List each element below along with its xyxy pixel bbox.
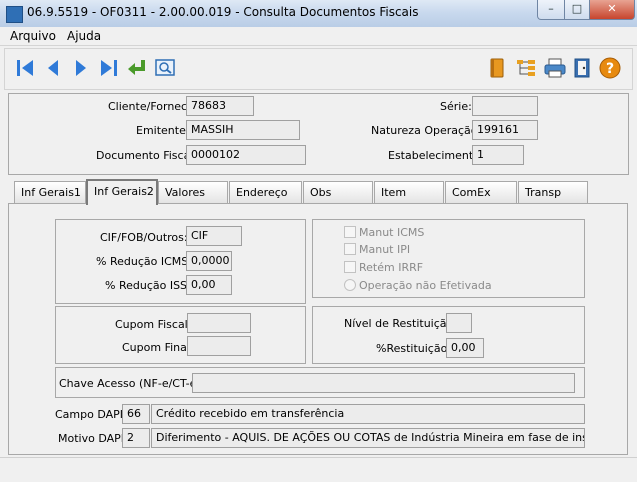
serie-label: Série: bbox=[440, 100, 472, 113]
manut-icms-checkbox[interactable] bbox=[344, 226, 356, 238]
menu-ajuda[interactable]: Ajuda bbox=[67, 29, 101, 43]
status-bar bbox=[0, 457, 637, 482]
close-button[interactable]: ✕ bbox=[589, 0, 635, 20]
retem-irrf-label: Retém IRRF bbox=[359, 261, 424, 274]
cupom-group bbox=[55, 306, 306, 364]
cupom-final-field[interactable] bbox=[187, 336, 251, 356]
cif-label: CIF/FOB/Outros: bbox=[100, 231, 188, 244]
previous-record-icon bbox=[48, 60, 58, 76]
motivo-dapi-label: Motivo DAPI: bbox=[58, 432, 128, 445]
return-button[interactable] bbox=[124, 55, 150, 81]
tree-button[interactable] bbox=[513, 55, 539, 81]
book-button[interactable] bbox=[484, 55, 510, 81]
view-icon bbox=[155, 59, 175, 76]
first-record-icon bbox=[17, 60, 33, 76]
minimize-button[interactable]: – bbox=[537, 0, 565, 20]
svg-text:?: ? bbox=[606, 61, 614, 77]
campo-dapi-code-field[interactable]: 66 bbox=[122, 404, 150, 424]
manut-icms-label: Manut ICMS bbox=[359, 226, 425, 239]
cliente-label: Cliente/Fornec: bbox=[108, 100, 191, 113]
tab-comex[interactable]: ComEx bbox=[445, 181, 517, 203]
app-icon bbox=[6, 6, 23, 23]
serie-field[interactable] bbox=[472, 96, 538, 116]
reducao-iss-field[interactable]: 0,00 bbox=[186, 275, 232, 295]
cif-field[interactable]: CIF bbox=[186, 226, 242, 246]
emitente-label: Emitente: bbox=[136, 124, 190, 137]
cupom-final-label: Cupom Final: bbox=[122, 341, 194, 354]
last-record-icon bbox=[101, 60, 117, 76]
book-icon bbox=[490, 58, 504, 78]
last-record-button[interactable] bbox=[96, 55, 122, 81]
tab-inf-gerais1[interactable]: Inf Gerais1 bbox=[14, 181, 86, 203]
print-icon bbox=[544, 58, 566, 78]
exit-door-icon bbox=[574, 58, 590, 78]
return-icon bbox=[128, 60, 145, 75]
tree-icon bbox=[517, 60, 535, 76]
reducao-icms-field[interactable]: 0,0000 bbox=[186, 251, 232, 271]
natureza-field[interactable]: 199161 bbox=[472, 120, 538, 140]
manut-ipi-checkbox[interactable] bbox=[344, 243, 356, 255]
cliente-field[interactable]: 78683 bbox=[186, 96, 254, 116]
estabelecimento-field[interactable]: 1 bbox=[472, 145, 524, 165]
nivel-restituicao-field[interactable] bbox=[446, 313, 472, 333]
chave-acesso-label: Chave Acesso (NF-e/CT-e): bbox=[59, 377, 205, 390]
tab-transp[interactable]: Transp bbox=[518, 181, 588, 203]
emitente-field[interactable]: MASSIH bbox=[186, 120, 300, 140]
cupom-fiscal-label: Cupom Fiscal bbox=[115, 318, 188, 331]
chave-acesso-field[interactable] bbox=[192, 373, 575, 393]
cupom-fiscal-field[interactable] bbox=[187, 313, 251, 333]
estabelecimento-label: Estabelecimento: bbox=[388, 149, 484, 162]
tab-inf-gerais2[interactable]: Inf Gerais2 bbox=[86, 179, 158, 205]
reducao-iss-label: % Redução ISS: bbox=[105, 279, 191, 292]
operacao-nao-efetivada-radio[interactable] bbox=[344, 279, 356, 291]
view-button[interactable] bbox=[152, 55, 178, 81]
motivo-dapi-desc-field[interactable]: Diferimento - AQUIS. DE AÇÕES OU COTAS d… bbox=[151, 428, 585, 448]
tab-valores[interactable]: Valores bbox=[158, 181, 228, 203]
retem-irrf-checkbox[interactable] bbox=[344, 261, 356, 273]
next-record-icon bbox=[76, 60, 86, 76]
operacao-nao-efetivada-label: Operação não Efetivada bbox=[359, 279, 492, 292]
natureza-label: Natureza Operação: bbox=[371, 124, 482, 137]
help-button[interactable]: ? bbox=[597, 55, 623, 81]
motivo-dapi-code-field[interactable]: 2 bbox=[122, 428, 150, 448]
tab-obs[interactable]: Obs bbox=[303, 181, 373, 203]
documento-label: Documento Fiscal: bbox=[96, 149, 198, 162]
previous-record-button[interactable] bbox=[40, 55, 66, 81]
next-record-button[interactable] bbox=[68, 55, 94, 81]
tab-endereco[interactable]: Endereço bbox=[229, 181, 302, 203]
nivel-restituicao-label: Nível de Restituição: bbox=[344, 317, 457, 330]
pct-restituicao-label: %Restituição: bbox=[376, 342, 452, 355]
window-title: 06.9.5519 - OF0311 - 2.00.00.019 - Consu… bbox=[27, 5, 419, 19]
print-button[interactable] bbox=[542, 55, 568, 81]
menu-arquivo[interactable]: Arquivo bbox=[10, 29, 56, 43]
manut-ipi-label: Manut IPI bbox=[359, 243, 411, 256]
campo-dapi-desc-field[interactable]: Crédito recebido em transferência bbox=[151, 404, 585, 424]
maximize-button[interactable]: □ bbox=[564, 0, 590, 20]
tab-item[interactable]: Item bbox=[374, 181, 444, 203]
help-icon: ? bbox=[599, 57, 621, 79]
first-record-button[interactable] bbox=[12, 55, 38, 81]
pct-restituicao-field[interactable]: 0,00 bbox=[446, 338, 484, 358]
documento-field[interactable]: 0000102 bbox=[186, 145, 306, 165]
reducao-icms-label: % Redução ICMS: bbox=[96, 255, 192, 268]
campo-dapi-label: Campo DAPI: bbox=[55, 408, 127, 421]
exit-button[interactable] bbox=[569, 55, 595, 81]
